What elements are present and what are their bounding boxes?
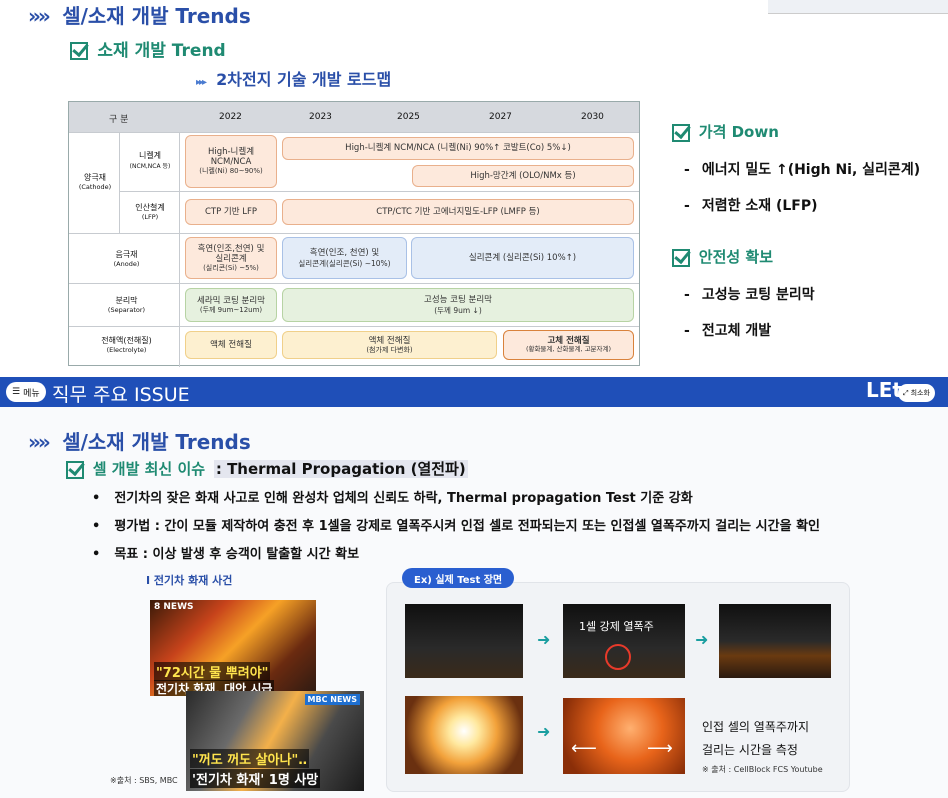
header-gubun: 구 분 (109, 115, 129, 125)
arrow-icon: ▸▸▸ (196, 77, 207, 88)
test-label-1: 1셀 강제 열폭주 (579, 620, 654, 633)
separator-label: 분리막 (Separator) (107, 296, 146, 314)
header-2023: 2023 (309, 112, 332, 122)
test-frame-5: ⟵ ⟶ (563, 698, 685, 774)
electrolyte-2023-cell: 액체 전해질 (첨가제 다변화) (282, 331, 497, 359)
test-frame-4 (405, 696, 523, 774)
bar-logo: LEt (866, 378, 902, 402)
test-desc-b: 걸리는 시간을 측정 (702, 743, 798, 757)
lfp-2022-cell: CTP 기반 LFP (185, 199, 277, 225)
ncm-2022-cell: High-니켈계 NCM/NCA (니켈(Ni) 80~90%) (185, 135, 277, 188)
arrow-right-icon: ➜ (695, 630, 709, 649)
test-frame-2: 1셀 강제 열폭주 (563, 604, 685, 678)
roadmap-table: 구 분 2022 2023 2025 2027 2030 양극재 (Cathod… (68, 101, 640, 367)
safety-item-2: - 전고체 개발 (684, 323, 772, 339)
safety-item-1: - 고성능 코팅 분리막 (684, 287, 815, 303)
minimize-button[interactable]: ⤢ 최소화 (898, 384, 935, 402)
arrow-right-white-icon: ⟶ (647, 738, 673, 759)
top-section-title: »» 셀/소재 개발 Trends (28, 4, 251, 28)
news-caption-2b: '전기차 화재' 1명 사망 (190, 769, 321, 788)
test-frame-3 (719, 604, 831, 678)
header-2027: 2027 (489, 112, 512, 122)
lfp-future-cell: CTP/CTC 기반 고에너지밀도-LFP (LMFP 등) (282, 199, 634, 225)
test-source: ※ 출처 : CellBlock FCS Youtube (702, 765, 823, 774)
news-caption-2a: "꺼도 꺼도 살아나"‥ (190, 749, 309, 768)
checkbox-icon (66, 460, 84, 479)
anode-2023-cell: 흑연(인조, 천연) 및 실리콘계(실리콘(Si) ~10%) (282, 237, 407, 279)
mn-future-cell: High-망간계 (OLO/NMx 등) (412, 165, 634, 187)
separator-future-cell: 고성능 코팅 분리막 (두께 9um ↓) (282, 288, 634, 322)
roadmap-header (69, 102, 639, 132)
anode-future-cell: 실리콘계 (실리콘(Si) 10%↑) (411, 237, 634, 279)
bottom-sub-title: 셀 개발 최신 이슈 : Thermal Propagation (열전파) (66, 458, 468, 479)
test-desc-a: 인접 셀의 열폭주까지 (702, 720, 809, 734)
lfp-label: 인산철계 (LFP) (135, 203, 165, 221)
electrolyte-future-cell: 고체 전해질 (황화물계, 산화물계, 고분자계) (503, 330, 634, 360)
news-logo-sbs: 8 NEWS (154, 602, 194, 612)
top-sub-title: 소재 개발 Trend (70, 36, 226, 61)
electrolyte-2022-cell: 액체 전해질 (185, 331, 277, 359)
safety-heading: 안전성 확보 (672, 246, 773, 267)
price-item-2: - 저렴한 소재 (LFP) (684, 198, 818, 214)
hotspot-circle-icon (605, 644, 631, 670)
chevron-icon: »» (28, 4, 51, 28)
minimize-icon: ⤢ (903, 388, 909, 397)
header-2030: 2030 (581, 112, 604, 122)
chevron-icon: »» (28, 430, 51, 454)
checkbox-icon (672, 248, 690, 267)
header-2022: 2022 (219, 112, 242, 122)
header-2025: 2025 (397, 112, 420, 122)
separator-2022-cell: 세라믹 코팅 분리막 (두께 9um~12um) (185, 288, 277, 322)
window-edge (768, 0, 948, 14)
price-down-heading: 가격 Down (672, 121, 779, 142)
price-item-1: - 에너지 밀도 ↑(High Ni, 실리콘계) (684, 162, 921, 178)
roadmap-title: ▸▸▸ 2차전지 기술 개발 로드맵 (196, 70, 392, 89)
news-image-sbs: 8 NEWS "72시간 물 뿌려야" 전기차 화재, 대안 시급 (150, 600, 316, 696)
test-frame-1 (405, 604, 523, 678)
cathode-label: 양극재 (Cathode) (78, 173, 112, 191)
test-title: Ex) 실제 Test 장면 (402, 568, 515, 588)
news-logo-mbc: MBC NEWS (304, 694, 360, 705)
checkbox-icon (70, 42, 88, 60)
bullet-3: • 목표 : 이상 발생 후 승객이 탈출할 시간 확보 (92, 547, 360, 562)
news-source: ※출처 : SBS, MBC (110, 776, 178, 785)
arrow-right-icon: ➜ (537, 722, 551, 741)
menu-button[interactable]: ☰ 메뉴 (6, 382, 46, 402)
news-caption-1a: "72시간 물 뿌려야" (154, 662, 271, 681)
menu-icon: ☰ (12, 387, 21, 397)
bottom-section-title: »» 셀/소재 개발 Trends (28, 430, 251, 454)
electrolyte-label: 전해액(전해질) (Electrolyte) (101, 336, 152, 354)
bar-title: 직무 주요 ISSUE (52, 384, 190, 406)
ev-fire-title: I 전기차 화재 사건 (146, 574, 233, 587)
bullet-2: • 평가법 : 간이 모듈 제작하여 충전 후 1셀을 강제로 열폭주시켜 인접 … (92, 519, 820, 534)
news-image-mbc: MBC NEWS "꺼도 꺼도 살아나"‥ '전기차 화재' 1명 사망 (186, 691, 364, 791)
anode-label: 음극재 (Anode) (113, 250, 140, 268)
anode-2022-cell: 흑연(인조,천연) 및 실리콘계 (실리콘(Si) ~5%) (185, 237, 277, 279)
arrow-right-icon: ➜ (537, 630, 551, 649)
bullet-1: • 전기차의 잦은 화재 사고로 인해 완성차 업체의 신뢰도 하락, Therm… (92, 491, 693, 506)
checkbox-icon (672, 123, 690, 142)
ncm-future-cell: High-니켈계 NCM/NCA (니켈(Ni) 90%↑ 코발트(Co) 5%… (282, 137, 634, 160)
ncm-label: 니켈계 (NCM,NCA 등) (129, 151, 171, 170)
arrow-left-icon: ⟵ (571, 738, 597, 759)
